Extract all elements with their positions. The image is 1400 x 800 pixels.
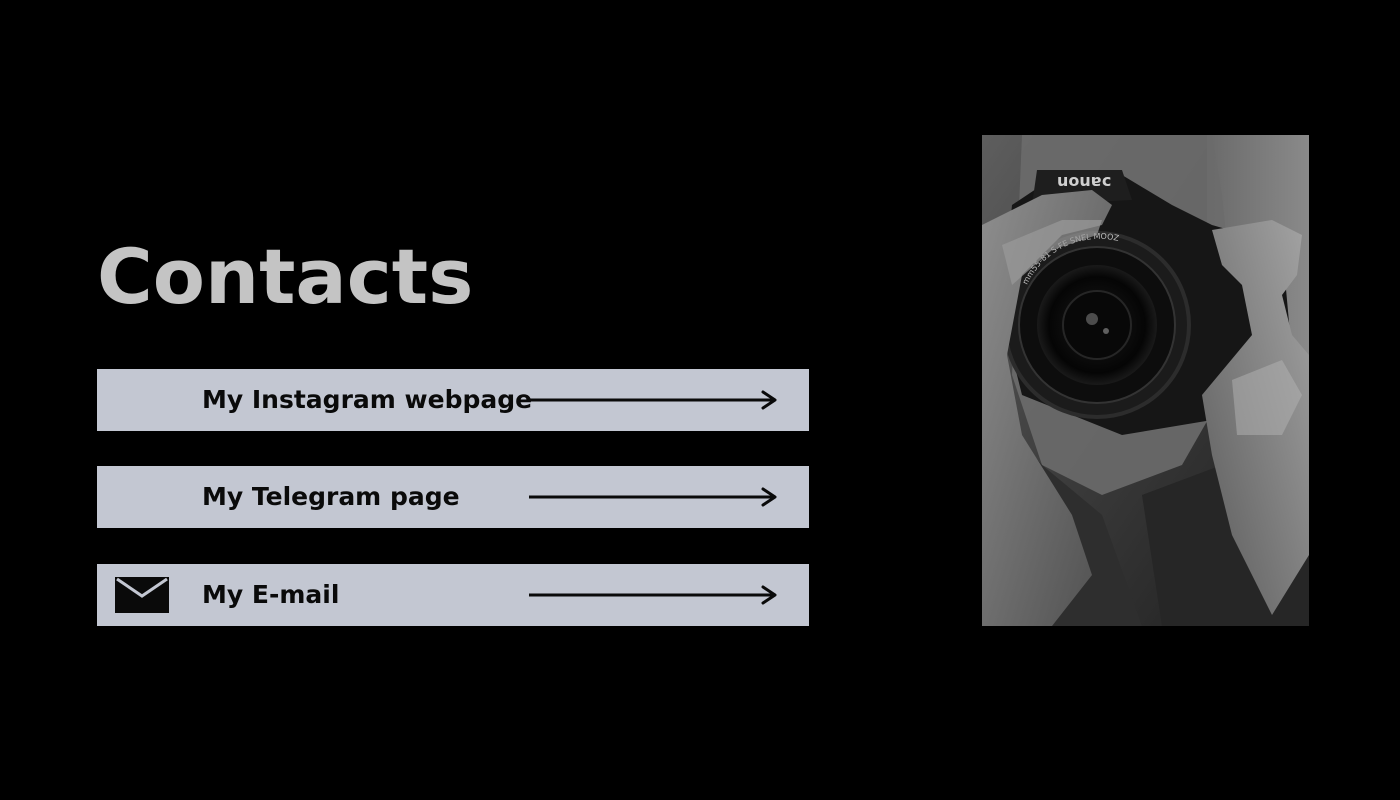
- telegram-link-label: My Telegram page: [202, 482, 460, 511]
- photographer-with-camera-image: ɔanon mm55-81 S-FE SNEL MOOZ: [982, 135, 1309, 626]
- envelope-icon: [115, 577, 169, 613]
- contacts-page: Contacts My Instagram webpage My Telegra…: [0, 0, 1400, 800]
- instagram-link-button[interactable]: My Instagram webpage: [97, 369, 809, 431]
- camera-brand-text: ɔanon: [1057, 173, 1111, 192]
- long-arrow-right-icon: [529, 487, 777, 507]
- photographer-photo: ɔanon mm55-81 S-FE SNEL MOOZ: [982, 135, 1309, 626]
- email-link-label: My E-mail: [202, 580, 340, 609]
- telegram-link-button[interactable]: My Telegram page: [97, 466, 809, 528]
- email-link-button[interactable]: My E-mail: [97, 564, 809, 626]
- long-arrow-right-icon: [529, 390, 777, 410]
- long-arrow-right-icon: [529, 585, 777, 605]
- instagram-link-label: My Instagram webpage: [202, 385, 533, 414]
- page-title: Contacts: [97, 232, 474, 321]
